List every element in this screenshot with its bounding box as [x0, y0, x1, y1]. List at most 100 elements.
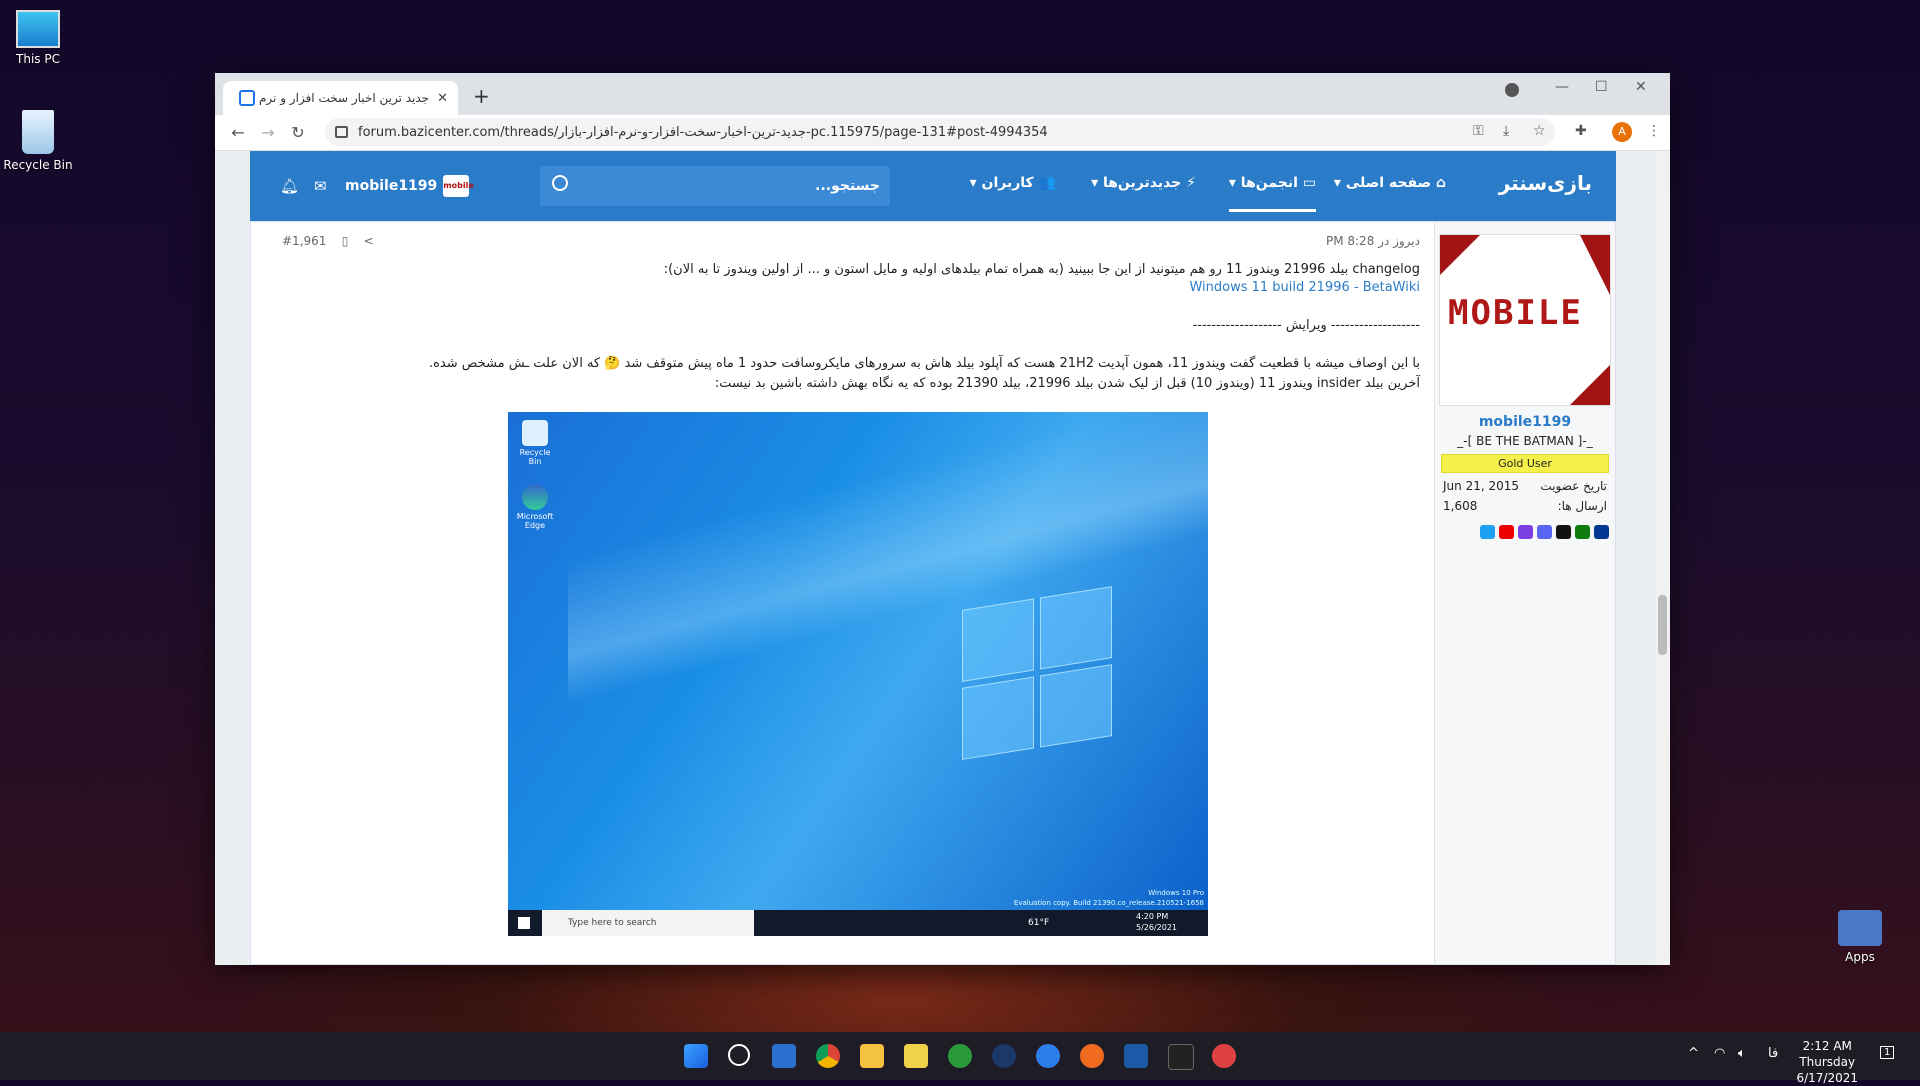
new-tab-icon[interactable]: +: [473, 84, 490, 108]
playstation-icon[interactable]: [1594, 525, 1609, 539]
posts-stat: ارسال ها: 1,608: [1435, 499, 1615, 513]
page-viewport: بازی‌سنتر ⌂ صفحه اصلی ▾ ▭ انجمن‌ها ▾ ⚡ ج…: [215, 151, 1655, 965]
embedded-screenshot[interactable]: Recycle Bin Microsoft Edge Windows 10 Pr…: [508, 412, 1208, 936]
browser-window: جدید ترین اخبار سخت افزار و نرم افزار ✕ …: [215, 73, 1670, 965]
screenshot-taskbar: Type here to search 61°F 4:20 PM 5/26/20…: [508, 910, 1208, 936]
scrollbar-thumb[interactable]: [1658, 595, 1667, 655]
address-bar[interactable]: forum.bazicenter.com/threads/جدید-ترین-ا…: [325, 118, 1555, 146]
chevron-up-icon[interactable]: ^: [1688, 1046, 1699, 1061]
url-text: forum.bazicenter.com/threads/جدید-ترین-ا…: [358, 124, 1048, 140]
origin-icon[interactable]: [1080, 1044, 1104, 1068]
nav-forums[interactable]: ▭ انجمن‌ها ▾: [1228, 175, 1316, 212]
screenshot-edge: Microsoft Edge: [514, 484, 556, 530]
start-icon[interactable]: [684, 1044, 708, 1068]
posts-label: ارسال ها:: [1557, 499, 1607, 513]
taskbar-clock[interactable]: 2:12 AM Thursday 6/17/2021: [1796, 1038, 1858, 1086]
file-explorer-icon[interactable]: [860, 1044, 884, 1068]
search-icon: [552, 175, 568, 191]
twitch-icon[interactable]: [1518, 525, 1533, 539]
xbox-app-icon[interactable]: [948, 1044, 972, 1068]
wifi-icon[interactable]: ◠: [1714, 1046, 1725, 1061]
joined-label: تاریخ عضویت: [1540, 479, 1607, 493]
star-icon[interactable]: ☆: [1533, 123, 1546, 139]
post-time[interactable]: دیروز در 8:28 PM: [1326, 234, 1420, 248]
avatar: mobile: [443, 175, 474, 197]
browser-tab[interactable]: جدید ترین اخبار سخت افزار و نرم افزار ✕: [223, 81, 458, 115]
lock-icon: [335, 126, 348, 138]
youtube-icon[interactable]: [1499, 525, 1514, 539]
tab-title: جدید ترین اخبار سخت افزار و نرم افزار: [255, 91, 430, 105]
nav-home-label: صفحه اصلی: [1345, 175, 1432, 191]
user-title: _-[ BE THE BATMAN ]-_: [1457, 434, 1593, 448]
desktop-icon-label: Recycle Bin: [3, 158, 73, 172]
widgets-icon[interactable]: [772, 1044, 796, 1068]
forum-page: بازی‌سنتر ⌂ صفحه اصلی ▾ ▭ انجمن‌ها ▾ ⚡ ج…: [250, 151, 1616, 965]
site-navbar: بازی‌سنتر ⌂ صفحه اصلی ▾ ▭ انجمن‌ها ▾ ⚡ ج…: [250, 151, 1616, 221]
tab-search-icon[interactable]: [1505, 83, 1519, 97]
user-avatar[interactable]: MOBILE: [1439, 234, 1611, 406]
menu-icon[interactable]: ⋮: [1647, 123, 1661, 139]
profile-avatar[interactable]: A: [1612, 122, 1632, 142]
battlenet-icon[interactable]: [1124, 1044, 1148, 1068]
volume-icon[interactable]: 🔈︎: [1738, 1046, 1746, 1061]
desktop-icon-apps[interactable]: Apps: [1820, 910, 1900, 964]
page-scrollbar[interactable]: [1655, 151, 1670, 965]
nav-members-label: کاربران: [981, 175, 1034, 191]
nav-members[interactable]: 👥 کاربران ▾: [970, 175, 1056, 191]
windows-logo-wallpaper: [962, 586, 1112, 760]
betawiki-link[interactable]: Windows 11 build 21996 - BetaWiki: [1189, 280, 1420, 295]
joined-stat: تاریخ عضویت Jun 21, 2015: [1435, 479, 1615, 493]
clock-day: Thursday: [1799, 1055, 1856, 1069]
notification-icon[interactable]: 1: [1880, 1046, 1895, 1059]
envelope-icon[interactable]: ✉: [314, 177, 327, 195]
back-icon[interactable]: ←: [223, 123, 253, 142]
close-tab-icon[interactable]: ✕: [437, 91, 448, 106]
tab-strip: جدید ترین اخبار سخت افزار و نرم افزار ✕ …: [215, 73, 1670, 115]
xbox-icon[interactable]: [1575, 525, 1590, 539]
search-input[interactable]: جستجو...: [540, 166, 890, 206]
ea-icon[interactable]: [1212, 1044, 1236, 1068]
folder-icon: [1838, 910, 1882, 946]
uplay-icon[interactable]: [1036, 1044, 1060, 1068]
forward-icon[interactable]: →: [253, 123, 283, 142]
screenshot-weather: 61°F: [1028, 918, 1050, 928]
post-number[interactable]: #1,961 ▯ <: [282, 234, 374, 248]
search-icon[interactable]: [728, 1044, 750, 1066]
twitter-icon[interactable]: [1480, 525, 1495, 539]
potplayer-icon[interactable]: [904, 1044, 928, 1068]
search-placeholder: جستجو...: [815, 178, 880, 194]
maximize-icon[interactable]: ☐: [1595, 79, 1608, 95]
steam-icon[interactable]: [992, 1044, 1016, 1068]
epic-games-icon[interactable]: [1168, 1044, 1194, 1070]
key-icon[interactable]: ⚿: [1473, 123, 1484, 139]
forum-post: MOBILE mobile1199 _-[ BE THE BATMAN ]-_ …: [250, 221, 1616, 965]
post-user-pane: MOBILE mobile1199 _-[ BE THE BATMAN ]-_ …: [1434, 222, 1615, 964]
minimize-icon[interactable]: —: [1555, 79, 1569, 95]
discord-icon[interactable]: [1537, 525, 1552, 539]
site-logo[interactable]: بازی‌سنتر: [1499, 171, 1593, 195]
extensions-icon[interactable]: ✚: [1575, 123, 1587, 139]
close-window-icon[interactable]: ✕: [1635, 79, 1647, 95]
install-icon[interactable]: ⤓: [1503, 123, 1509, 139]
desktop-icon-this-pc[interactable]: This PC: [0, 10, 78, 66]
recycle-bin-icon: [522, 420, 548, 446]
user-menu[interactable]: mobile1199 mobile: [345, 175, 474, 197]
steam-icon[interactable]: [1556, 525, 1571, 539]
eval-watermark: Windows 10 Pro Evaluation copy. Build 21…: [1013, 889, 1204, 907]
bell-icon[interactable]: 🔔︎: [280, 177, 299, 195]
edge-icon: [522, 484, 548, 510]
post-username[interactable]: mobile1199: [1435, 414, 1615, 430]
language-indicator[interactable]: فا: [1768, 1046, 1778, 1061]
nav-home[interactable]: ⌂ صفحه اصلی ▾: [1334, 175, 1446, 191]
reload-icon[interactable]: ↻: [283, 123, 313, 142]
chrome-icon[interactable]: [816, 1044, 840, 1068]
start-icon: [518, 917, 530, 929]
nav-newest-label: جدیدترین‌ها: [1102, 175, 1182, 191]
bookmark-icon[interactable]: ▯: [342, 234, 349, 248]
share-icon[interactable]: <: [364, 234, 374, 248]
screenshot-search: Type here to search: [542, 910, 754, 936]
screenshot-date: 5/26/2021: [1136, 923, 1178, 932]
desktop-icon-recycle-bin[interactable]: Recycle Bin: [0, 110, 78, 172]
nav-newest[interactable]: ⚡ جدیدترین‌ها ▾: [1091, 175, 1196, 191]
post-text-line: با این اوصاف میشه با قطعیت گفت ویندوز 11…: [428, 356, 1420, 371]
